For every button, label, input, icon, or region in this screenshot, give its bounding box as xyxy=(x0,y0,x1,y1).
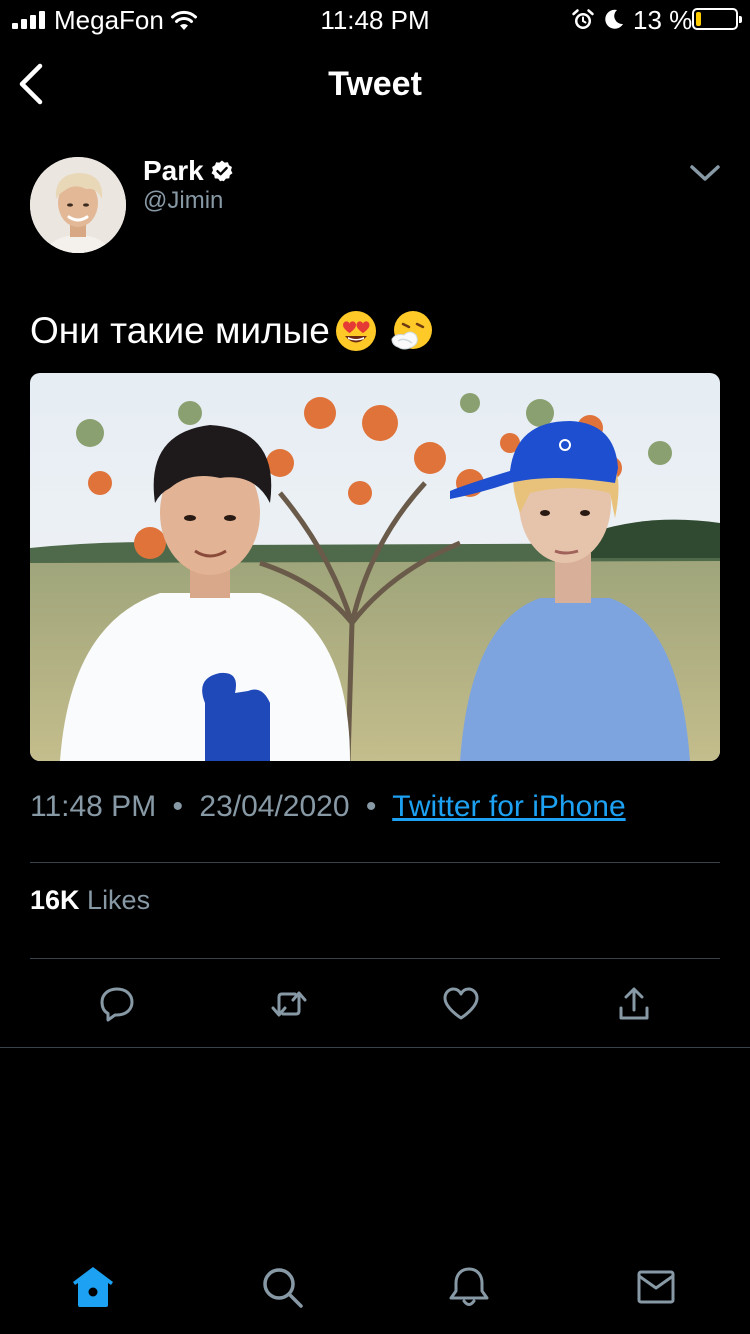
divider xyxy=(30,862,720,863)
sneezing-face-emoji-icon xyxy=(391,311,432,350)
likes-label: Likes xyxy=(87,885,151,915)
tweet-detail-screen: MegaFon 11:48 PM 13 % Tweet Park @Jimin … xyxy=(0,0,750,1334)
battery-icon xyxy=(692,8,742,30)
divider xyxy=(0,1047,750,1048)
share-icon[interactable] xyxy=(614,984,654,1024)
home-icon[interactable] xyxy=(70,1264,116,1310)
alarm-clock-icon xyxy=(572,9,594,29)
tweet-meta-row: 11:48 PM • 23/04/2020 • Twitter for iPho… xyxy=(30,790,626,824)
search-icon[interactable] xyxy=(259,1264,305,1310)
likes-stat[interactable]: 16K Likes xyxy=(30,885,150,916)
messages-icon[interactable] xyxy=(633,1264,679,1310)
author-handle: @Jimin xyxy=(143,187,224,214)
tweet-photo-image xyxy=(30,373,720,761)
status-bar: MegaFon 11:48 PM 13 % xyxy=(0,0,750,40)
heart-eyes-emoji-icon xyxy=(335,311,376,351)
tweet-date: 23/04/2020 xyxy=(199,790,350,823)
meta-separator: • xyxy=(365,790,377,823)
verified-badge-icon xyxy=(211,160,233,182)
avatar-photo xyxy=(30,157,126,253)
meta-separator: • xyxy=(172,790,184,823)
tweet-source-link[interactable]: Twitter for iPhone xyxy=(392,790,625,823)
page-title: Tweet xyxy=(328,65,422,103)
tweet-time: 11:48 PM xyxy=(30,790,157,823)
chevron-down-icon[interactable] xyxy=(684,155,726,191)
author-name[interactable]: Park xyxy=(143,155,204,187)
battery-percent: 13 % xyxy=(633,5,693,35)
tweet-text: Они такие милые xyxy=(30,310,330,351)
divider xyxy=(30,958,720,959)
do-not-disturb-moon-icon xyxy=(605,9,623,29)
navigation-header: Tweet xyxy=(0,48,750,122)
author-avatar[interactable] xyxy=(30,157,126,253)
like-icon[interactable] xyxy=(441,984,481,1024)
reply-icon[interactable] xyxy=(97,984,137,1024)
retweet-icon[interactable] xyxy=(269,984,309,1024)
likes-count: 16K xyxy=(30,885,80,915)
tweet-photo[interactable] xyxy=(30,373,720,761)
tweet-text-row: Они такие милые xyxy=(30,306,434,356)
author-name-row[interactable]: Park xyxy=(143,153,234,189)
notifications-icon[interactable] xyxy=(446,1264,492,1310)
